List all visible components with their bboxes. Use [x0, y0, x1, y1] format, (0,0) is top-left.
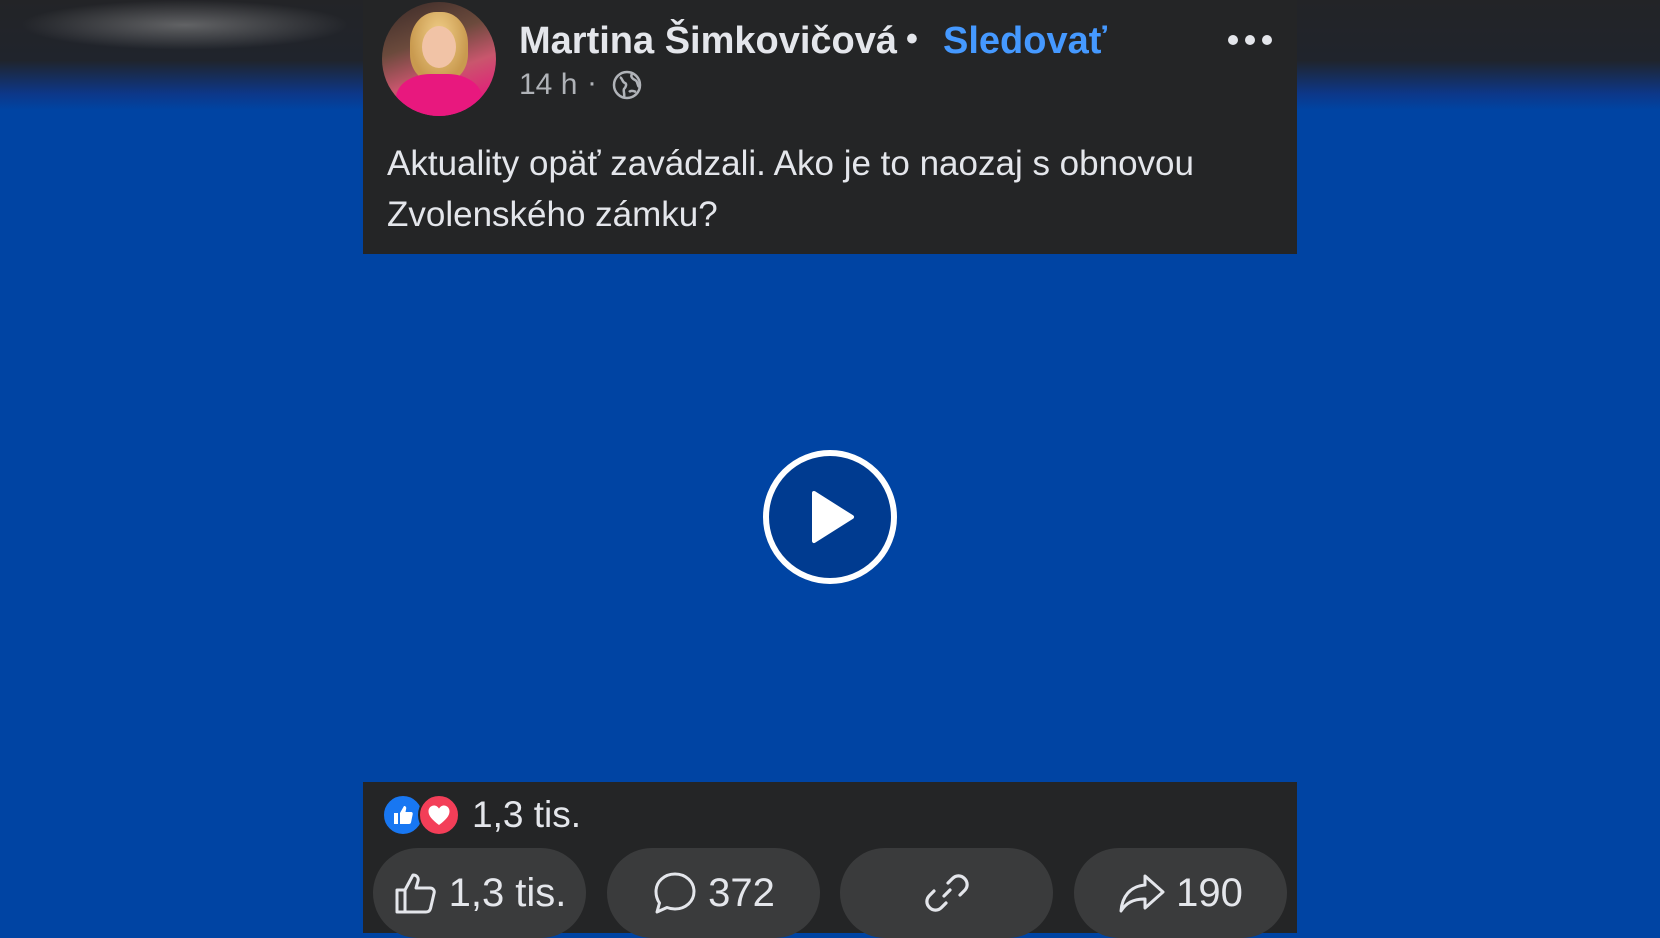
link-icon: [924, 874, 969, 912]
avatar-body: [396, 74, 482, 116]
post-header: Martina Šimkovičová • Sledovať 14 h · Ak…: [363, 0, 1297, 254]
background-blur: [20, 0, 350, 50]
comment-button[interactable]: 372: [607, 848, 820, 938]
copy-link-button[interactable]: [840, 848, 1053, 938]
reaction-count: 1,3 tis.: [472, 794, 581, 835]
like-button[interactable]: 1,3 tis.: [373, 848, 586, 938]
name-separator: •: [906, 20, 918, 58]
action-bar: 1,3 tis. 372 190: [373, 848, 1293, 938]
share-button[interactable]: 190: [1074, 848, 1287, 938]
timestamp-separator: ·: [587, 66, 597, 99]
reactions-summary[interactable]: 1,3 tis.: [382, 794, 581, 836]
video-player[interactable]: [363, 254, 1297, 782]
comment-count: 372: [708, 870, 775, 915]
more-options-button[interactable]: [1223, 20, 1277, 60]
like-count: 1,3 tis.: [448, 870, 567, 915]
thumbs-up-icon: [395, 873, 436, 914]
globe-icon: [612, 70, 642, 100]
share-count: 190: [1176, 870, 1243, 915]
author-avatar[interactable]: [382, 2, 496, 116]
comment-icon: [654, 872, 696, 914]
post-footer: 1,3 tis. 1,3 tis. 372 190: [363, 782, 1297, 938]
post-timestamp[interactable]: 14 h: [519, 68, 577, 102]
play-icon: [812, 491, 854, 543]
author-name[interactable]: Martina Šimkovičová: [519, 20, 897, 63]
avatar-face: [422, 26, 456, 68]
follow-button[interactable]: Sledovať: [943, 20, 1107, 63]
share-icon: [1119, 874, 1165, 913]
play-button[interactable]: [763, 450, 897, 584]
more-icon: [1228, 35, 1272, 45]
love-reaction-icon: [418, 794, 460, 836]
post-text: Aktuality opäť zavádzali. Ako je to naoz…: [387, 144, 1194, 234]
